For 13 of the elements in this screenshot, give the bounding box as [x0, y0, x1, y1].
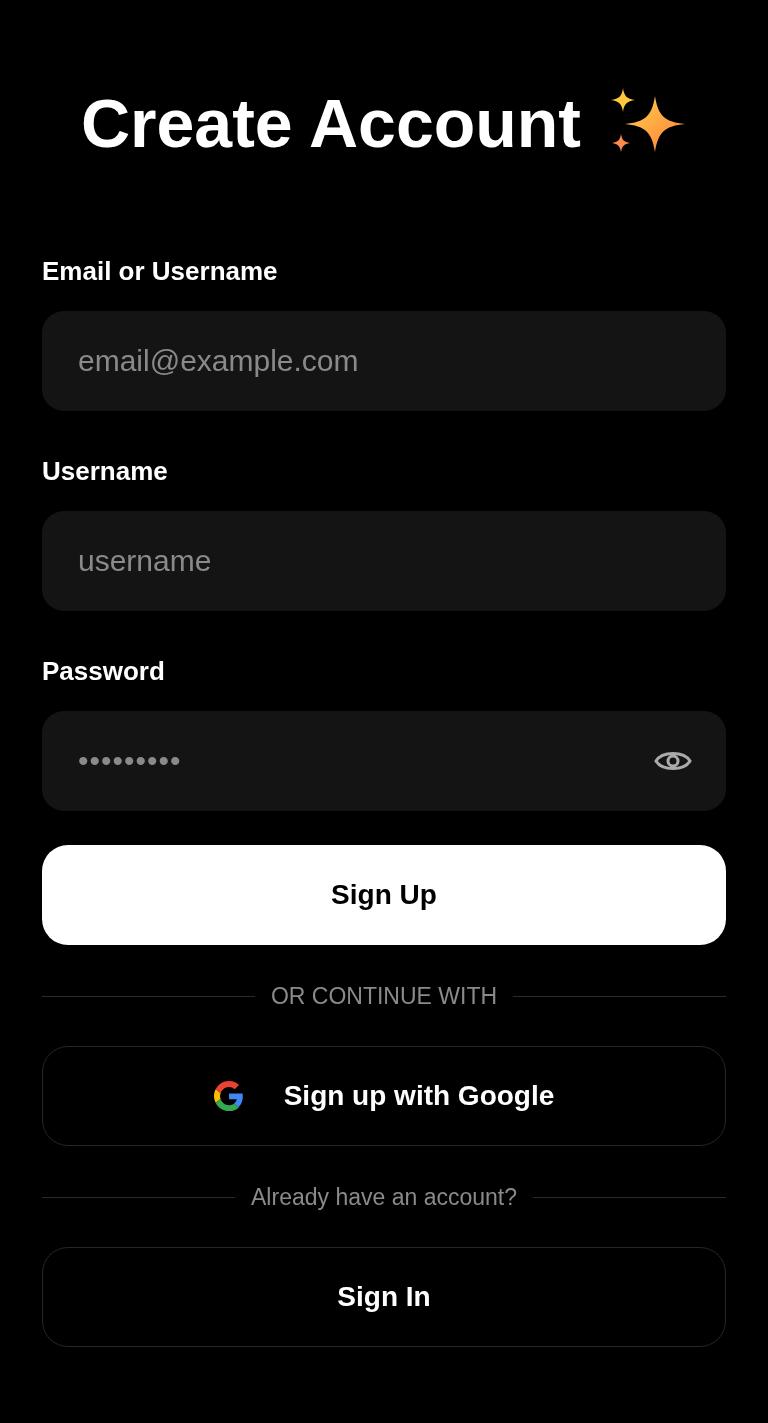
sign-up-button[interactable]: Sign Up [42, 845, 726, 945]
input-field[interactable]: username [42, 511, 726, 611]
field-label: Username [42, 455, 169, 488]
password-field[interactable]: ••••••••• [42, 711, 726, 811]
field-label: Email or Username [42, 255, 279, 288]
input-field[interactable]: email@example.com [42, 311, 726, 411]
page-title: Create Account [80, 84, 581, 163]
google-sign-up-button[interactable]: Sign up with Google [42, 1046, 726, 1146]
sign-in-button[interactable]: Sign In [42, 1247, 726, 1347]
google-icon [213, 1081, 244, 1111]
divider-text: OR CONTINUE WITH [270, 982, 498, 1010]
divider-text: Already have an account? [251, 1183, 517, 1211]
field-label: Password [42, 655, 166, 688]
